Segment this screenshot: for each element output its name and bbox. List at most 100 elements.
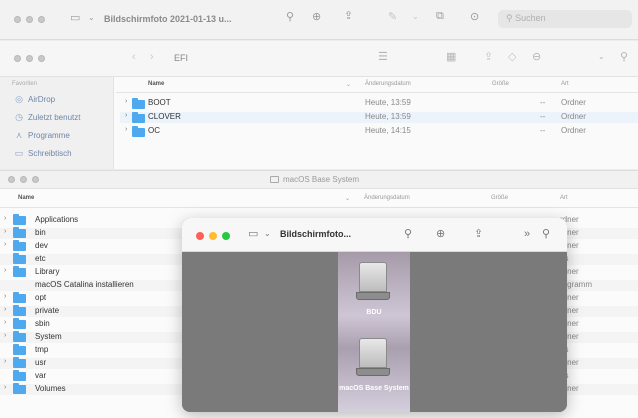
window-controls bbox=[14, 55, 45, 62]
disk-base bbox=[356, 368, 390, 376]
more-icon[interactable]: ⊖ bbox=[532, 52, 541, 63]
share-icon[interactable]: ⇪ bbox=[484, 52, 493, 63]
chevron-down-icon[interactable]: ⌄ bbox=[88, 14, 95, 22]
more-icon[interactable]: » bbox=[524, 229, 530, 240]
sidebar-item-label: Schreibtisch bbox=[28, 149, 72, 158]
thumbnail-label: macOS Base System bbox=[339, 385, 409, 392]
column-header-name[interactable]: Name bbox=[18, 195, 34, 201]
row-name: opt bbox=[35, 293, 47, 302]
chevron-down-icon[interactable]: ⌄ bbox=[598, 53, 605, 61]
minimize-button[interactable] bbox=[209, 232, 217, 240]
group-icon[interactable]: ▦ bbox=[446, 52, 456, 63]
disclosure-triangle-icon[interactable]: › bbox=[4, 293, 6, 300]
column-header-size[interactable]: Größe bbox=[491, 195, 508, 201]
disclosure-triangle-icon[interactable]: › bbox=[125, 98, 127, 105]
column-header-kind[interactable]: Art bbox=[560, 195, 568, 201]
disclosure-triangle-icon[interactable]: › bbox=[4, 358, 6, 365]
disclosure-triangle-icon[interactable]: › bbox=[4, 267, 6, 274]
disclosure-triangle-icon[interactable]: › bbox=[4, 241, 6, 248]
disk-thumbnail-bdu[interactable] bbox=[356, 262, 390, 302]
row-name: Library bbox=[35, 267, 60, 276]
column-header-date[interactable]: Änderungsdatum bbox=[364, 195, 410, 201]
sidebar-toggle-icon[interactable]: ▭ bbox=[70, 13, 80, 24]
row-name: macOS Catalina installieren bbox=[35, 280, 134, 289]
row-date: Heute, 13:59 bbox=[365, 98, 411, 107]
sidebar-item-airdrop[interactable]: ◎ AirDrop bbox=[14, 95, 56, 105]
disclosure-triangle-icon[interactable]: › bbox=[4, 384, 6, 391]
disclosure-triangle-icon[interactable]: › bbox=[4, 332, 6, 339]
share-icon[interactable]: ⇪ bbox=[474, 229, 483, 240]
search-icon[interactable]: ⚲ bbox=[620, 52, 628, 63]
header-divider bbox=[116, 92, 638, 93]
minimize-button[interactable] bbox=[20, 176, 27, 183]
chevron-down-icon[interactable]: ⌄ bbox=[264, 230, 271, 238]
zoom-button[interactable] bbox=[38, 16, 45, 23]
row-size: -- bbox=[540, 98, 546, 107]
zoom-out-icon[interactable]: ⚲ bbox=[286, 12, 294, 23]
search-icon[interactable]: ⚲ bbox=[542, 229, 550, 240]
zoom-button[interactable] bbox=[32, 176, 39, 183]
column-header-size[interactable]: Größe bbox=[492, 81, 509, 87]
zoom-button[interactable] bbox=[38, 55, 45, 62]
markup-icon[interactable]: ✎ bbox=[388, 12, 397, 23]
folder-icon bbox=[13, 357, 26, 368]
window-title: Bildschirmfoto 2021-01-13 u... bbox=[104, 14, 232, 24]
sidebar-item-label: AirDrop bbox=[28, 95, 56, 104]
folder-icon bbox=[132, 126, 145, 137]
disclosure-triangle-icon[interactable]: › bbox=[4, 306, 6, 313]
row-name: sbin bbox=[35, 319, 50, 328]
disk-thumbnail-base-system[interactable] bbox=[356, 338, 390, 378]
sidebar-item-applications[interactable]: ⋏ Programme bbox=[14, 131, 70, 141]
column-header-date[interactable]: Änderungsdatum bbox=[365, 81, 411, 87]
disclosure-triangle-icon[interactable]: › bbox=[4, 228, 6, 235]
close-button[interactable] bbox=[14, 55, 21, 62]
tag-icon[interactable]: ◇ bbox=[508, 52, 516, 63]
window-controls bbox=[8, 176, 39, 183]
disclosure-triangle-icon[interactable]: › bbox=[125, 126, 127, 133]
zoom-in-icon[interactable]: ⊕ bbox=[436, 229, 445, 240]
window-title: Bildschirmfoto... bbox=[280, 229, 352, 239]
table-row[interactable]: › CLOVER Heute, 13:59 -- Ordner bbox=[120, 112, 638, 123]
view-list-icon[interactable]: ☰ bbox=[378, 52, 388, 63]
finder-toolbar: ‹ › EFI ☰ ▦ ⇪ ◇ ⊖ ⌄ ⚲ bbox=[0, 41, 638, 77]
efi-finder-window: ‹ › EFI ☰ ▦ ⇪ ◇ ⊖ ⌄ ⚲ Favoriten ◎ AirDro… bbox=[0, 41, 638, 169]
close-button[interactable] bbox=[14, 16, 21, 23]
sidebar-item-label: Zuletzt benutzt bbox=[28, 113, 81, 122]
annotate-icon[interactable]: ⊙ bbox=[470, 12, 479, 23]
disclosure-triangle-icon[interactable]: › bbox=[4, 215, 6, 222]
header-divider bbox=[0, 207, 638, 208]
row-name: Volumes bbox=[35, 384, 66, 393]
table-row[interactable]: › BOOT Heute, 13:59 -- Ordner bbox=[120, 98, 638, 109]
window-titlebar: macOS Base System bbox=[0, 171, 638, 189]
disk-base bbox=[356, 292, 390, 300]
sort-chevron-icon: ⌄ bbox=[345, 196, 351, 202]
disclosure-triangle-icon[interactable]: › bbox=[4, 319, 6, 326]
column-header-name[interactable]: Name bbox=[148, 81, 164, 87]
chevron-down-icon[interactable]: ⌄ bbox=[412, 13, 419, 21]
column-header-kind[interactable]: Art bbox=[561, 81, 569, 87]
minimize-button[interactable] bbox=[26, 55, 33, 62]
disclosure-triangle-icon[interactable]: › bbox=[125, 112, 127, 119]
disk-icon bbox=[359, 338, 387, 368]
folder-icon bbox=[13, 292, 26, 303]
sidebar-item-desktop[interactable]: ▭ Schreibtisch bbox=[14, 149, 72, 159]
close-button[interactable] bbox=[8, 176, 15, 183]
close-button[interactable] bbox=[196, 232, 204, 240]
zoom-out-icon[interactable]: ⚲ bbox=[404, 229, 412, 240]
sidebar-toggle-icon[interactable]: ▭ bbox=[248, 229, 258, 240]
row-name: Applications bbox=[35, 215, 79, 224]
back-icon[interactable]: ‹ bbox=[132, 52, 136, 63]
disk-icon bbox=[359, 262, 387, 292]
search-input[interactable]: ⚲ Suchen bbox=[498, 10, 632, 28]
folder-icon bbox=[13, 266, 26, 277]
forward-icon[interactable]: › bbox=[150, 52, 154, 63]
zoom-button[interactable] bbox=[222, 232, 230, 240]
row-name: var bbox=[35, 371, 47, 380]
minimize-button[interactable] bbox=[26, 16, 33, 23]
rotate-icon[interactable]: ⧉ bbox=[436, 11, 444, 22]
zoom-in-icon[interactable]: ⊕ bbox=[312, 12, 321, 23]
thumbnail-strip: BDU macOS Base System bbox=[338, 252, 410, 412]
share-icon[interactable]: ⇪ bbox=[344, 11, 353, 22]
table-row[interactable]: › OC Heute, 14:15 -- Ordner bbox=[120, 126, 638, 137]
sidebar-item-recent[interactable]: ◷ Zuletzt benutzt bbox=[14, 113, 81, 123]
